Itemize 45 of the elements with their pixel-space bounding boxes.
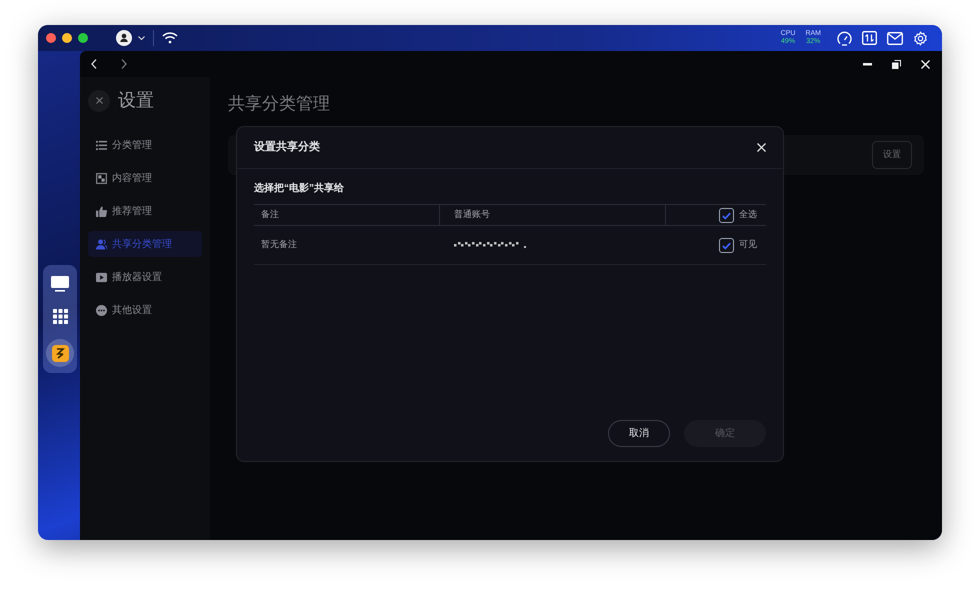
sidebar-item[interactable]: 分类管理 [88, 132, 202, 158]
settings-icon[interactable] [913, 30, 928, 46]
checkbox-label: 全选 [739, 208, 757, 222]
sidebar-item[interactable]: 播放器设置 [88, 264, 202, 290]
column-header: 备注 [260, 208, 280, 222]
dock-item[interactable] [50, 275, 70, 293]
gauge-icon[interactable] [837, 30, 852, 46]
users-icon [96, 238, 107, 250]
checkbox[interactable] [719, 238, 734, 252]
transfer-icon[interactable] [862, 31, 877, 45]
table-cell-text: 暂无备注 [260, 238, 298, 252]
column-header: 普通账号 [453, 208, 491, 222]
back-icon[interactable] [90, 59, 98, 69]
close-button[interactable] [88, 90, 110, 112]
restore-icon[interactable] [892, 60, 901, 68]
sidebar-title: 设置 [118, 89, 154, 112]
user-avatar-icon[interactable] [116, 30, 132, 46]
prompt-text: 选择把“电影”共享给 [254, 181, 345, 196]
forward-icon[interactable] [120, 59, 128, 69]
dock-item[interactable] [50, 307, 70, 325]
close-icon[interactable] [757, 143, 766, 152]
sidebar-item[interactable]: 推荐管理 [88, 198, 202, 224]
monitor-icon [51, 276, 69, 292]
app-logo-icon [52, 344, 68, 362]
close-icon [96, 97, 102, 104]
play-icon [96, 272, 107, 282]
caret-icon[interactable] [138, 36, 145, 40]
checkbox-label: 可见 [739, 238, 757, 252]
cancel-button[interactable]: 取消 [608, 420, 670, 447]
checkbox[interactable] [719, 208, 734, 222]
minimize-icon[interactable] [863, 62, 872, 66]
app-grid-icon [52, 308, 68, 324]
sidebar-item[interactable]: 内容管理 [88, 165, 202, 191]
page-title: 共享分类管理 [228, 93, 331, 115]
thumbs-up-icon [96, 206, 107, 216]
mail-icon[interactable] [887, 32, 903, 44]
settings-button[interactable]: 设置 [872, 140, 912, 168]
dock-item[interactable] [46, 339, 74, 367]
grid-square-icon [96, 172, 107, 184]
more-icon [96, 304, 107, 316]
close-icon[interactable] [921, 60, 930, 68]
list-icon [96, 140, 107, 150]
sidebar-item[interactable]: 其他设置 [88, 297, 202, 323]
dialog-title: 设置共享分类 [254, 140, 320, 156]
wifi-icon[interactable] [162, 32, 178, 44]
